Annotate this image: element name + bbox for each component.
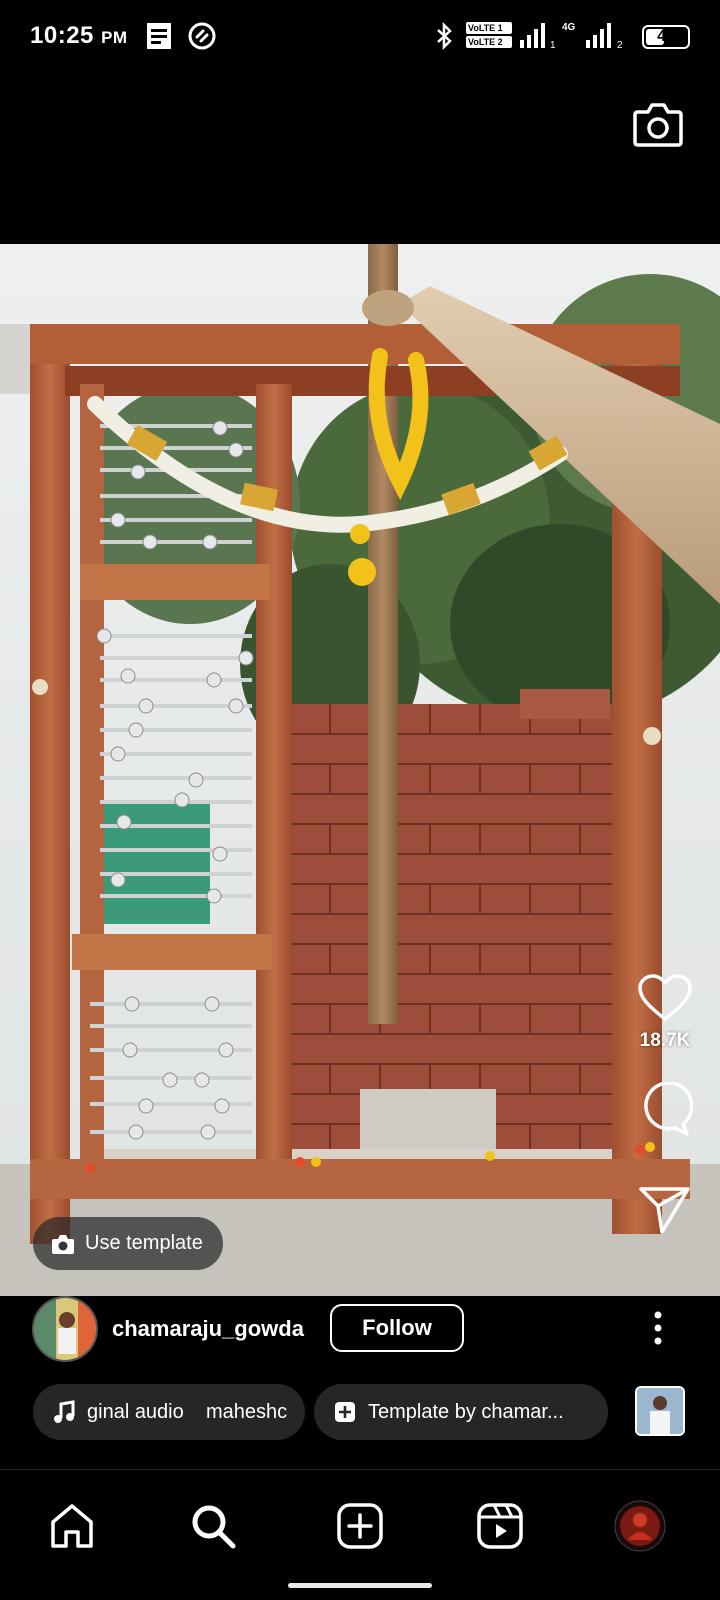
camera-icon[interactable] — [632, 100, 684, 148]
battery-level: 46 — [657, 28, 675, 45]
author-username[interactable]: chamaraju_gowda — [112, 1316, 304, 1342]
avatar-image — [34, 1298, 96, 1360]
author-row: chamaraju_gowda Follow — [0, 1296, 720, 1366]
comment-button[interactable] — [630, 1082, 700, 1138]
home-indicator[interactable] — [288, 1583, 432, 1588]
nav-profile[interactable] — [612, 1498, 668, 1554]
audio-thumbnail-image — [637, 1388, 683, 1434]
more-options-icon[interactable] — [646, 1308, 670, 1348]
bottom-nav — [0, 1470, 720, 1570]
signal-icon-sim2 — [586, 23, 611, 48]
plus-square-icon — [335, 1402, 355, 1422]
author-avatar[interactable] — [32, 1296, 98, 1362]
reel-video[interactable] — [0, 244, 720, 1296]
shazam-notification-icon — [188, 22, 216, 50]
nav-search[interactable] — [185, 1498, 241, 1554]
battery-icon: 46 — [642, 25, 690, 49]
search-icon — [192, 1505, 236, 1549]
nav-create[interactable] — [332, 1498, 388, 1554]
video-frame-image — [0, 244, 720, 1296]
clock: 10:25 PM — [30, 22, 128, 49]
network-type: 4G — [562, 22, 576, 33]
use-template-button[interactable]: Use template — [33, 1217, 223, 1270]
music-note-icon — [54, 1400, 75, 1423]
follow-button[interactable]: Follow — [330, 1304, 464, 1352]
create-icon — [337, 1503, 383, 1549]
like-count: 18.7K — [639, 1030, 691, 1051]
signal-icon-sim1 — [520, 23, 545, 48]
nav-home[interactable] — [44, 1498, 100, 1554]
audio-chip[interactable]: ginal audio maheshc — [33, 1384, 305, 1440]
sim1-label: 1 — [550, 40, 556, 51]
share-button[interactable] — [630, 1182, 700, 1238]
bluetooth-icon — [437, 22, 452, 50]
audio-text: ginal audio maheshc — [87, 1400, 288, 1423]
volte-indicator: VoLTE 1 VoLTE 2 — [466, 22, 512, 48]
sim2-label: 2 — [617, 40, 623, 51]
reels-icon — [477, 1503, 523, 1549]
comment-icon — [644, 1082, 693, 1136]
heart-icon — [638, 974, 692, 1021]
status-bar: 10:25 PM VoLTE 1 VoLTE 2 1 4G 2 46 — [0, 0, 720, 76]
document-notification-icon — [147, 23, 171, 49]
camera-small-icon — [52, 1234, 74, 1254]
home-icon — [51, 1504, 93, 1548]
profile-icon — [614, 1500, 666, 1552]
nav-reels[interactable] — [472, 1498, 528, 1554]
template-text: Template by chamar... — [368, 1400, 564, 1423]
send-icon — [639, 1187, 690, 1234]
use-template-label: Use template — [85, 1232, 203, 1254]
like-button[interactable] — [630, 970, 700, 1026]
template-chip[interactable]: Template by chamar... — [314, 1384, 608, 1440]
audio-thumbnail[interactable] — [635, 1386, 685, 1436]
